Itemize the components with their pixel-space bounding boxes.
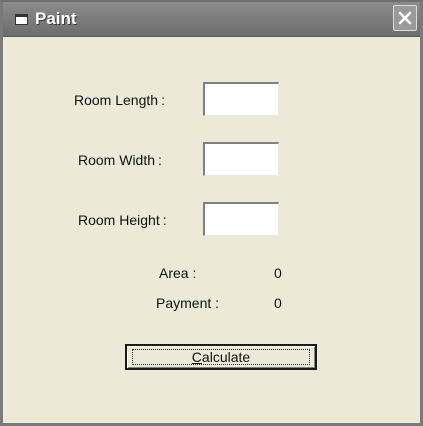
room-length-input[interactable]	[203, 82, 279, 116]
focus-rectangle	[132, 349, 310, 365]
room-height-input[interactable]	[203, 202, 279, 236]
payment-label: Payment :	[156, 295, 220, 311]
room-width-label: Room Width:	[78, 152, 162, 168]
payment-value: 0	[274, 295, 282, 311]
close-button[interactable]	[393, 5, 417, 31]
area-label: Area :	[159, 265, 197, 281]
form-client-area: Room Length: Room Width: Room Height: Ar…	[3, 37, 420, 423]
close-icon	[398, 11, 412, 25]
area-value: 0	[274, 265, 282, 281]
title-bar[interactable]: Paint	[3, 2, 420, 37]
window-title: Paint	[35, 9, 77, 28]
room-width-input[interactable]	[203, 142, 279, 176]
paint-window: Paint Room Length: Room Width: Room Heig…	[0, 0, 423, 426]
calculate-button[interactable]: Calculate	[125, 344, 317, 370]
room-length-label: Room Length:	[74, 92, 165, 108]
room-height-label: Room Height:	[78, 212, 167, 228]
window-icon	[15, 14, 28, 25]
